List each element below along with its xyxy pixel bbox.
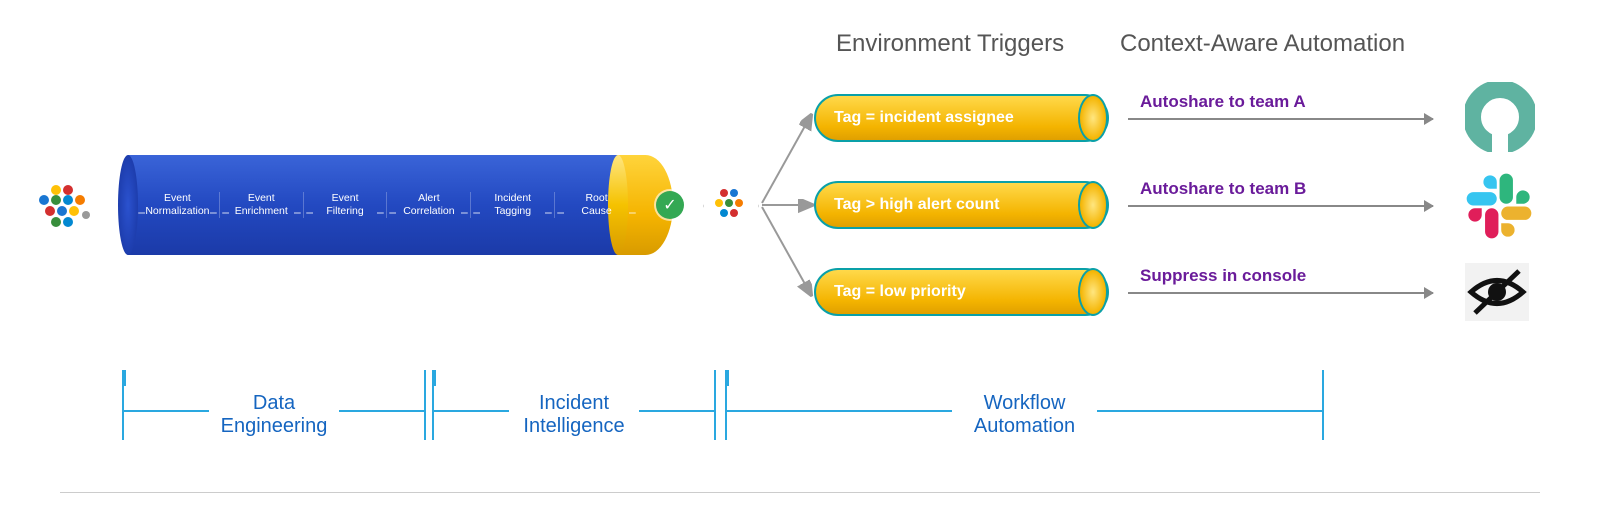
- bigpanda-cluster-icon: [706, 181, 754, 229]
- action-label: Autoshare to team A: [1140, 92, 1410, 112]
- trigger-tube: Tag = incident assignee: [814, 94, 1109, 142]
- action-label: Suppress in console: [1140, 266, 1410, 286]
- action-arrow: [1128, 292, 1433, 294]
- bracket-workflow-automation: WorkflowAutomation: [725, 370, 1324, 440]
- bigpanda-cluster-icon: [30, 180, 100, 235]
- trigger-tube: Tag > high alert count: [814, 181, 1109, 229]
- pipeline-stage: EventEnrichment: [219, 192, 303, 217]
- checkmark-icon: ✓: [656, 191, 684, 219]
- branch-arrows: [760, 95, 820, 315]
- pipeline-stage: EventNormalization: [136, 192, 219, 217]
- eye-off-icon: [1465, 263, 1529, 326]
- bracket-label: DataEngineering: [124, 392, 424, 438]
- trigger-tube: Tag = low priority: [814, 268, 1109, 316]
- pipeline-stage: IncidentTagging: [470, 192, 554, 217]
- action-label: Autoshare to team B: [1140, 179, 1410, 199]
- action-arrow: [1128, 118, 1433, 120]
- slack-icon: [1465, 172, 1533, 245]
- pipeline-stage: EventFiltering: [303, 192, 387, 217]
- bracket-data-engineering: DataEngineering: [122, 370, 426, 440]
- automation-header: Context-Aware Automation: [1120, 30, 1405, 58]
- donut-icon: [1465, 82, 1535, 157]
- pipeline-stage: AlertCorrelation: [386, 192, 470, 217]
- trigger-label: Tag = incident assignee: [834, 109, 1014, 127]
- trigger-label: Tag > high alert count: [834, 196, 1000, 214]
- action-arrow: [1128, 205, 1433, 207]
- bracket-label: IncidentIntelligence: [434, 392, 714, 438]
- engineering-pipeline: EventNormalization EventEnrichment Event…: [118, 155, 638, 255]
- pipeline-stage: RootCause: [554, 192, 638, 217]
- bracket-label: WorkflowAutomation: [727, 392, 1322, 438]
- divider: [60, 492, 1540, 493]
- bracket-incident-intelligence: IncidentIntelligence: [432, 370, 716, 440]
- triggers-header: Environment Triggers: [836, 30, 1064, 58]
- trigger-label: Tag = low priority: [834, 283, 966, 301]
